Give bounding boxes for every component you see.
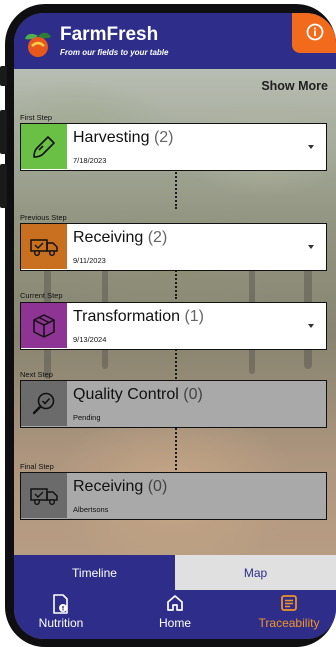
- nutrition-label-icon: [53, 594, 68, 614]
- delivery-truck-icon: [21, 224, 67, 269]
- nav-home[interactable]: Home: [130, 590, 220, 639]
- nav-traceability[interactable]: Traceability: [244, 590, 334, 639]
- phone-side-button: [0, 66, 7, 86]
- chevron-down-icon[interactable]: [308, 245, 314, 249]
- step-date: 9/13/2024: [73, 335, 107, 344]
- nav-nutrition[interactable]: Nutrition: [16, 590, 106, 639]
- step-card-quality-control[interactable]: Quality Control (0) Pending: [20, 380, 327, 428]
- step-title: Harvesting (2): [73, 129, 174, 146]
- phone-side-button: [0, 110, 7, 154]
- map-tab[interactable]: Map: [175, 555, 336, 590]
- step-title: Transformation (1): [73, 308, 205, 325]
- info-button[interactable]: [292, 13, 336, 53]
- home-icon: [167, 595, 183, 611]
- step-title: Receiving (0): [73, 478, 168, 495]
- chevron-down-icon[interactable]: [308, 324, 314, 328]
- step-label: First Step: [20, 113, 53, 122]
- app-screen: FarmFresh From our fields to your table …: [14, 13, 336, 639]
- app-tagline: From our fields to your table: [60, 48, 169, 57]
- farmfresh-logo-icon: [22, 27, 54, 64]
- step-label: Final Step: [20, 462, 54, 471]
- trowel-icon: [21, 124, 67, 169]
- step-title: Receiving (2): [73, 229, 168, 246]
- step-label: Next Step: [20, 370, 53, 379]
- app-name: FarmFresh: [60, 24, 159, 45]
- timeline-tab[interactable]: Timeline: [14, 555, 175, 590]
- bottom-nav: Nutrition Home Traceability: [14, 590, 336, 639]
- phone-side-button: [0, 164, 7, 208]
- app-header: FarmFresh From our fields to your table: [14, 13, 336, 69]
- view-toggle: Timeline Map: [14, 555, 336, 590]
- package-box-icon: [21, 303, 67, 348]
- magnifier-check-icon: [21, 381, 67, 426]
- step-status: Pending: [73, 413, 101, 422]
- step-card-harvesting[interactable]: Harvesting (2) 7/18/2023: [20, 123, 327, 171]
- step-destination: Albertsons: [73, 505, 109, 514]
- step-card-receiving[interactable]: Receiving (2) 9/11/2023: [20, 223, 327, 271]
- show-more-link[interactable]: Show More: [261, 79, 328, 93]
- info-circle-icon: [306, 23, 324, 41]
- step-card-final-receiving[interactable]: Receiving (0) Albertsons: [20, 472, 327, 520]
- delivery-truck-icon: [21, 473, 67, 518]
- step-date: 7/18/2023: [73, 156, 107, 165]
- step-label: Current Step: [20, 291, 63, 300]
- step-label: Previous Step: [20, 213, 67, 222]
- chevron-down-icon[interactable]: [308, 145, 314, 149]
- step-card-transformation[interactable]: Transformation (1) 9/13/2024: [20, 302, 327, 350]
- step-date: 9/11/2023: [73, 256, 106, 265]
- document-list-icon: [281, 595, 297, 611]
- step-title: Quality Control (0): [73, 386, 203, 403]
